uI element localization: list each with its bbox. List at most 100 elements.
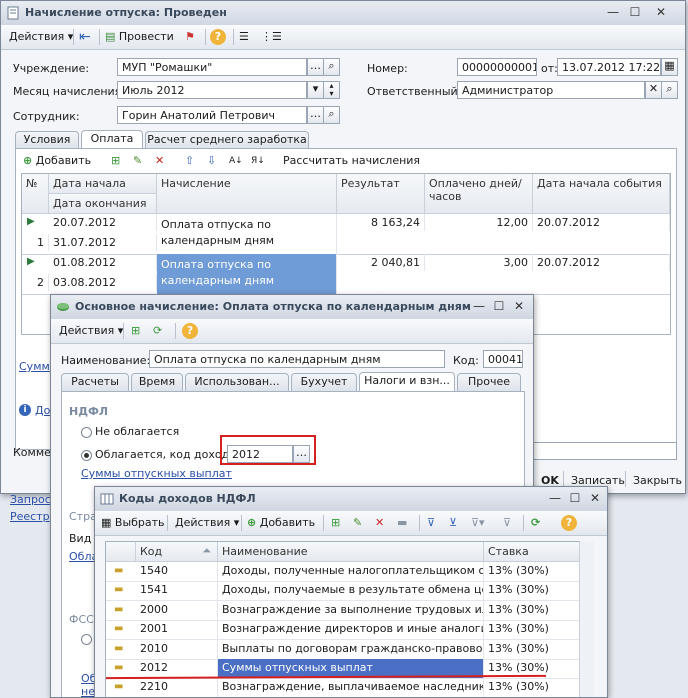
unpost-icon[interactable]: ⚑ (185, 28, 195, 46)
date-field[interactable]: 13.07.2012 17:22:58 (557, 58, 661, 76)
employee-select-button[interactable]: … (307, 106, 324, 124)
tab-taxes[interactable]: Налоги и взн... (359, 372, 455, 391)
col-header-rate[interactable]: Ставка (484, 542, 580, 562)
sum-link-fragment[interactable]: Сумм (19, 360, 50, 373)
close-form-button[interactable]: Закрыть (633, 474, 682, 487)
table-row[interactable]: ▬ 2010 Выплаты по договорам гражданско-пра… (106, 639, 580, 660)
move-up-icon[interactable]: ⇧ (185, 151, 194, 171)
minimize-button[interactable]: — (605, 5, 621, 20)
row-accrual-selected[interactable]: Оплата отпуска по календарным дням (157, 254, 337, 294)
col-header-accrual[interactable]: Начисление (157, 174, 337, 214)
tab-time[interactable]: Время (131, 373, 183, 391)
link-fragment-ne[interactable]: не (81, 685, 95, 697)
col-header-paid[interactable]: Оплачено дней/часов (425, 174, 533, 214)
tab-conditions[interactable]: Условия (15, 131, 79, 149)
sort-asc-icon[interactable]: A↓ (229, 151, 243, 171)
help-icon[interactable]: ? (210, 29, 226, 45)
filter-clear-icon[interactable]: ⊽ (503, 514, 511, 532)
tab-average-earnings[interactable]: Расчет среднего заработка (145, 131, 309, 149)
vertical-scrollbar[interactable] (579, 541, 594, 697)
filter-icon[interactable]: ⊽ (427, 514, 435, 532)
copy-icon[interactable]: ⊞ (131, 322, 140, 340)
responsible-clear-button[interactable]: ✕ (645, 81, 662, 99)
minimize-button[interactable]: — (471, 299, 487, 314)
fss-radio[interactable] (81, 634, 92, 645)
close-button[interactable]: ✕ (511, 299, 527, 314)
help-icon[interactable]: ? (182, 323, 198, 339)
registry-link[interactable]: Реестр (10, 510, 50, 523)
actions-menu[interactable]: Действия ▾ (175, 514, 239, 532)
maximize-button[interactable]: ☐ (567, 491, 583, 506)
copy-row-icon[interactable]: ⊞ (111, 151, 120, 171)
col-header-start[interactable]: Дата начала (49, 174, 157, 194)
tab-payment[interactable]: Оплата (81, 130, 143, 149)
request-link[interactable]: Запрос (10, 493, 51, 506)
taxed-radio[interactable] (81, 450, 92, 461)
col-header-num[interactable]: № (22, 174, 49, 214)
edit-row-icon[interactable]: ✎ (133, 151, 142, 171)
minimize-button[interactable]: — (547, 491, 563, 506)
month-stepper[interactable]: ▴ ▾ (323, 81, 340, 99)
actions-menu[interactable]: Действия ▾ (59, 322, 123, 340)
responsible-field[interactable]: Администратор (457, 81, 645, 99)
sort-desc-icon[interactable]: Я↓ (251, 151, 265, 171)
month-field[interactable]: Июль 2012 (117, 81, 307, 99)
institution-field[interactable]: МУП "Ромашки" (117, 58, 307, 76)
close-button[interactable]: ✕ (653, 5, 669, 20)
name-field[interactable]: Оплата отпуска по календарным дням (149, 350, 445, 368)
col-header-name[interactable]: Наименование (218, 542, 484, 562)
structure-icon[interactable]: ⋮☰ (261, 28, 282, 46)
delete-row-icon[interactable]: ✕ (155, 151, 164, 171)
income-code-link[interactable]: Суммы отпускных выплат (81, 467, 232, 480)
info-link-fragment[interactable]: До (35, 404, 50, 417)
table-row[interactable]: ▬ 1541 Доходы, получаемые в результате обм… (106, 581, 580, 602)
institution-select-button[interactable]: … (307, 58, 324, 76)
filter-list-icon[interactable]: ⊽▾ (471, 514, 485, 532)
not-taxed-radio[interactable] (81, 427, 92, 438)
col-header-event[interactable]: Дата начала события (533, 174, 670, 214)
edit-icon[interactable]: ✎ (353, 514, 362, 532)
table-row[interactable]: ▶ 1 20.07.2012 31.07.2012 Оплата отпуска… (22, 214, 670, 255)
delete-icon[interactable]: ✕ (375, 514, 384, 532)
tab-usage[interactable]: Использован... (185, 373, 289, 391)
calculate-button[interactable]: Рассчитать начисления (283, 151, 420, 171)
table-row[interactable]: ▬ 2001 Вознаграждение директоров и иные ан… (106, 620, 580, 641)
refresh-icon[interactable]: ⟳ (153, 322, 162, 340)
add-row-button[interactable]: ⊕ Добавить (23, 151, 91, 171)
responsible-open-button[interactable]: ⌕ (661, 81, 678, 99)
col-header-end[interactable]: Дата окончания (49, 194, 157, 214)
col-header-result[interactable]: Результат (337, 174, 425, 214)
post-icon[interactable]: ▬ (397, 514, 407, 532)
maximize-button[interactable]: ☐ (491, 299, 507, 314)
refresh-icon[interactable]: ⟳ (531, 514, 540, 532)
income-code-select-button[interactable]: … (293, 445, 310, 463)
col-header-code[interactable]: Код ⏶ (136, 542, 218, 562)
table-row[interactable]: ▬ 2210 Вознаграждение, выплачиваемое насле… (106, 678, 580, 697)
copy-icon[interactable]: ⊞ (331, 514, 340, 532)
number-field[interactable]: 00000000001 (457, 58, 537, 76)
post-button[interactable]: ▤ Провести (105, 28, 174, 46)
maximize-button[interactable]: ☐ (627, 5, 643, 20)
move-down-icon[interactable]: ⇩ (207, 151, 216, 171)
comment-field[interactable] (531, 442, 677, 460)
income-code-field[interactable]: 2012 (227, 445, 293, 463)
close-button[interactable]: ✕ (587, 491, 603, 506)
back-icon[interactable]: ⇤ (79, 28, 91, 46)
add-button[interactable]: ⊕ Добавить (247, 514, 315, 532)
table-row[interactable]: ▶ 2 01.08.2012 03.08.2012 Оплата отпуска… (22, 254, 670, 295)
select-button[interactable]: ▦ Выбрать (101, 514, 165, 532)
month-dropdown-button[interactable]: ▾ (307, 81, 324, 99)
help-icon[interactable]: ? (561, 515, 577, 531)
list-icon[interactable]: ☰ (239, 28, 249, 46)
tab-accounting[interactable]: Бухучет (291, 373, 357, 391)
institution-open-button[interactable]: ⌕ (323, 58, 340, 76)
actions-menu[interactable]: Действия ▾ (9, 28, 73, 46)
code-field[interactable]: 00041 (483, 350, 523, 368)
tab-calculations[interactable]: Расчеты (61, 373, 129, 391)
employee-field[interactable]: Горин Анатолий Петрович (117, 106, 307, 124)
table-row[interactable]: ▬ 1540 Доходы, полученные налогоплательщик… (106, 562, 580, 582)
calendar-button[interactable]: ▦ (661, 58, 678, 76)
tab-other[interactable]: Прочее (457, 373, 521, 391)
table-row[interactable]: ▬ 2000 Вознаграждение за выполнение трудов… (106, 600, 580, 621)
employee-open-button[interactable]: ⌕ (323, 106, 340, 124)
